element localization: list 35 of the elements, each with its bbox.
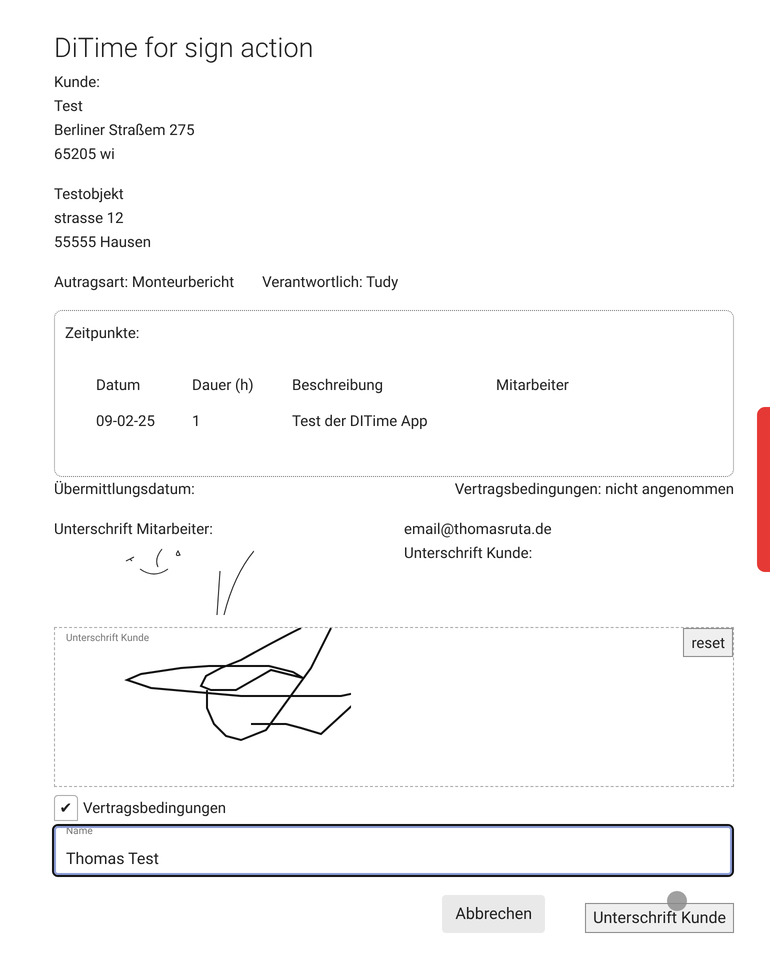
- cancel-button[interactable]: Abbrechen: [442, 895, 546, 933]
- transmission-date: Übermittlungsdatum:: [54, 479, 195, 500]
- order-type: Autragsart: Monteurbericht: [54, 272, 234, 293]
- address-line: strasse 12: [54, 208, 125, 229]
- address-line: 65205 wi: [54, 144, 116, 165]
- column-header: Dauer (h): [192, 376, 254, 394]
- times-label: Zeitpunkte:: [65, 323, 140, 344]
- address-line: Berliner Straßem 275: [54, 120, 196, 141]
- pad-label: Unterschrift Kunde: [66, 632, 150, 646]
- name-field[interactable]: Name Thomas Test: [52, 824, 734, 877]
- field-value: Thomas Test: [66, 848, 160, 870]
- employee-signature-label: Unterschrift Mitarbeiter:: [54, 519, 214, 540]
- reset-button[interactable]: reset: [683, 628, 733, 657]
- page-title: DiTime for sign action: [54, 31, 314, 66]
- column-header: Datum: [96, 376, 140, 394]
- terms-status: Vertragsbedingungen: nicht angenommen: [454, 479, 734, 500]
- signature-pad[interactable]: Unterschrift Kunde reset: [54, 627, 734, 787]
- side-tab[interactable]: [757, 407, 770, 572]
- email: email@thomasruta.de: [404, 519, 552, 540]
- address-line: Testobjekt: [54, 184, 125, 205]
- checkbox-label: Vertragsbedingungen: [83, 798, 226, 819]
- submit-button[interactable]: Unterschrift Kunde: [585, 903, 734, 933]
- touch-indicator: [667, 891, 688, 911]
- table-cell: 1: [192, 412, 200, 430]
- address-line: Test: [54, 96, 84, 117]
- field-label: Name: [66, 826, 94, 838]
- checkbox[interactable]: ✔: [54, 795, 78, 821]
- column-header: Mitarbeiter: [496, 376, 569, 394]
- table-cell: 09-02-25: [96, 412, 155, 430]
- customer-signature-label: Unterschrift Kunde:: [404, 543, 534, 564]
- customer-label: Kunde:: [54, 72, 101, 93]
- address-line: 55555 Hausen: [54, 232, 152, 253]
- table-cell: Test der DITime App: [292, 412, 428, 430]
- column-header: Beschreibung: [292, 376, 384, 394]
- responsible: Verantwortlich: Tudy: [262, 272, 398, 293]
